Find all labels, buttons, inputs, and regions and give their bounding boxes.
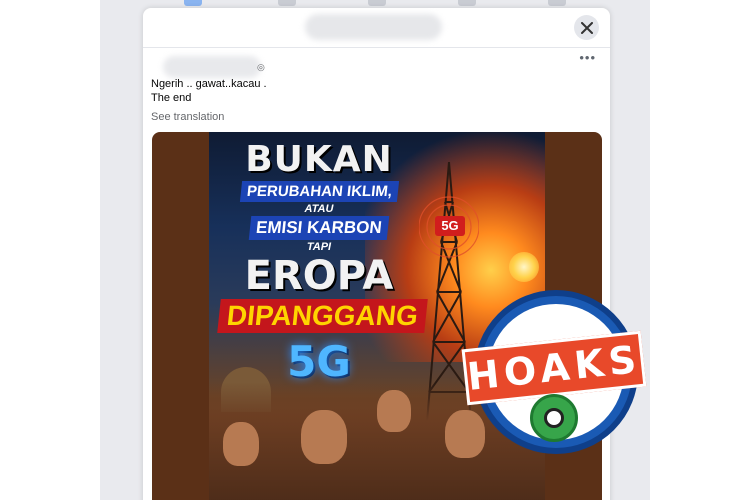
globe-icon: ◎ bbox=[257, 62, 265, 72]
post-text-line: The end bbox=[151, 92, 192, 104]
friends-icon[interactable] bbox=[368, 0, 386, 6]
magnifier-icon bbox=[544, 408, 564, 428]
checker-logo-icon bbox=[530, 394, 578, 442]
poster-headline: BUKAN PERUBAHAN IKLIM, ATAU EMISI KARBON… bbox=[217, 139, 428, 386]
post-message: Ngerih .. gawat..kacau . The end bbox=[151, 77, 267, 105]
headline-text: EMISI KARBON bbox=[248, 216, 390, 240]
headline-text: EROPA bbox=[244, 253, 394, 299]
headline-text: TAPI bbox=[306, 241, 332, 253]
home-icon[interactable] bbox=[184, 0, 202, 6]
headline-text: ATAU bbox=[304, 203, 334, 215]
headline-text: 5G bbox=[287, 337, 351, 386]
person bbox=[223, 422, 259, 466]
author-name-redacted bbox=[163, 56, 261, 78]
see-translation-link[interactable]: See translation bbox=[151, 111, 224, 123]
headline-text: DIPANGGANG bbox=[217, 299, 428, 333]
hoax-stamp: HOAKS bbox=[461, 290, 647, 470]
gaming-icon[interactable] bbox=[548, 0, 566, 6]
video-icon[interactable] bbox=[278, 0, 296, 6]
marketplace-icon[interactable] bbox=[458, 0, 476, 6]
headline-text: BUKAN bbox=[245, 139, 393, 180]
dialog-header bbox=[143, 8, 610, 48]
post-text-line: Ngerih .. gawat..kacau . bbox=[151, 78, 267, 90]
close-button[interactable] bbox=[574, 15, 599, 40]
top-nav-bar bbox=[100, 0, 650, 8]
person bbox=[301, 410, 347, 464]
headline-text: PERUBAHAN IKLIM, bbox=[239, 181, 399, 202]
more-options-button[interactable]: ••• bbox=[579, 50, 596, 65]
person bbox=[377, 390, 411, 432]
close-icon bbox=[580, 21, 593, 34]
sun bbox=[509, 252, 539, 282]
dialog-title-redacted bbox=[305, 14, 442, 40]
tower-5g-badge: 5G bbox=[435, 216, 465, 236]
